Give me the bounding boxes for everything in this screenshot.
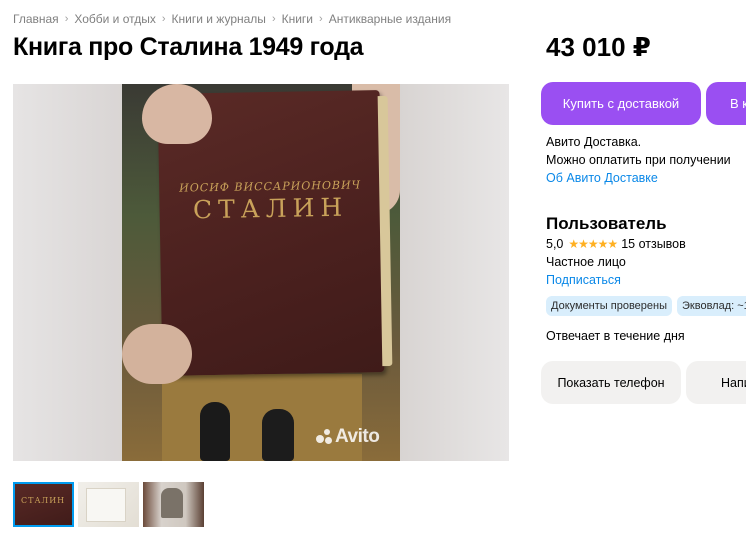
breadcrumb-home[interactable]: Главная — [13, 12, 59, 26]
thumbnail-1[interactable]: СТАЛИН — [13, 482, 74, 527]
buy-with-delivery-button[interactable]: Купить с доставкой — [541, 82, 701, 125]
badge-documents-verified[interactable]: Документы проверены — [546, 296, 673, 316]
breadcrumb-books-magazines[interactable]: Книги и журналы — [172, 12, 266, 26]
avito-watermark: Avito — [316, 426, 380, 448]
hand-shape — [122, 324, 192, 384]
reviews-link[interactable]: 15 отзывов — [621, 237, 686, 251]
delivery-text: Авито Доставка. — [546, 135, 642, 149]
thumbnail-strip: СТАЛИН — [13, 482, 204, 527]
shoe-shape — [200, 402, 230, 461]
seller-name[interactable]: Пользователь — [546, 214, 667, 234]
avito-watermark-text: Avito — [335, 426, 380, 447]
main-photo[interactable]: ИОСИФ ВИССАРИОНОВИЧ СТАЛИН — [122, 84, 400, 461]
hand-shape — [142, 84, 212, 144]
response-time: Отвечает в течение дня — [546, 329, 685, 343]
rating-value: 5,0 — [546, 237, 564, 251]
breadcrumb: Главная › Хобби и отдых › Книги и журнал… — [13, 12, 451, 26]
chevron-right-icon: › — [319, 13, 323, 25]
show-phone-button[interactable]: Показать телефон — [541, 361, 681, 404]
subscribe-link[interactable]: Подписаться — [546, 273, 621, 287]
thumbnail-1-text: СТАЛИН — [21, 496, 66, 505]
main-photo-gallery[interactable]: ИОСИФ ВИССАРИОНОВИЧ СТАЛИН Avito — [13, 84, 509, 461]
seller-badges: Документы проверены Эквовлад: ~1 — [546, 296, 746, 316]
listing-price: 43 010 ₽ — [546, 32, 651, 62]
thumbnail-3[interactable] — [143, 482, 204, 527]
breadcrumb-books[interactable]: Книги — [282, 12, 313, 26]
breadcrumb-hobby[interactable]: Хобби и отдых — [74, 12, 156, 26]
portrait-shape — [161, 488, 183, 518]
seller-rating: 5,0 ★★★★★ 15 отзывов — [546, 237, 686, 251]
about-delivery-link[interactable]: Об Авито Доставке — [546, 171, 658, 185]
badge-equovlad[interactable]: Эквовлад: ~1 — [677, 296, 746, 316]
breadcrumb-antique[interactable]: Антикварные издания — [329, 12, 451, 26]
chevron-right-icon: › — [64, 13, 69, 25]
rating-stars-icon: ★★★★★ — [568, 237, 618, 251]
thumbnail-2[interactable] — [78, 482, 139, 527]
avito-logo-icon — [316, 429, 332, 445]
photo-blur-left — [13, 84, 123, 461]
chevron-right-icon: › — [161, 13, 166, 25]
seller-type: Частное лицо — [546, 255, 626, 269]
photo-blur-right — [399, 84, 509, 461]
write-message-button[interactable]: Написать — [686, 361, 746, 404]
page-shape — [86, 488, 126, 522]
book-name-text: СТАЛИН — [192, 192, 349, 225]
chevron-right-icon: › — [271, 13, 276, 25]
add-to-cart-button[interactable]: В корзину — [706, 82, 746, 125]
shoe-shape — [262, 409, 294, 461]
listing-title: Книга про Сталина 1949 года — [13, 33, 364, 61]
payment-on-receipt-text: Можно оплатить при получении — [546, 153, 731, 167]
